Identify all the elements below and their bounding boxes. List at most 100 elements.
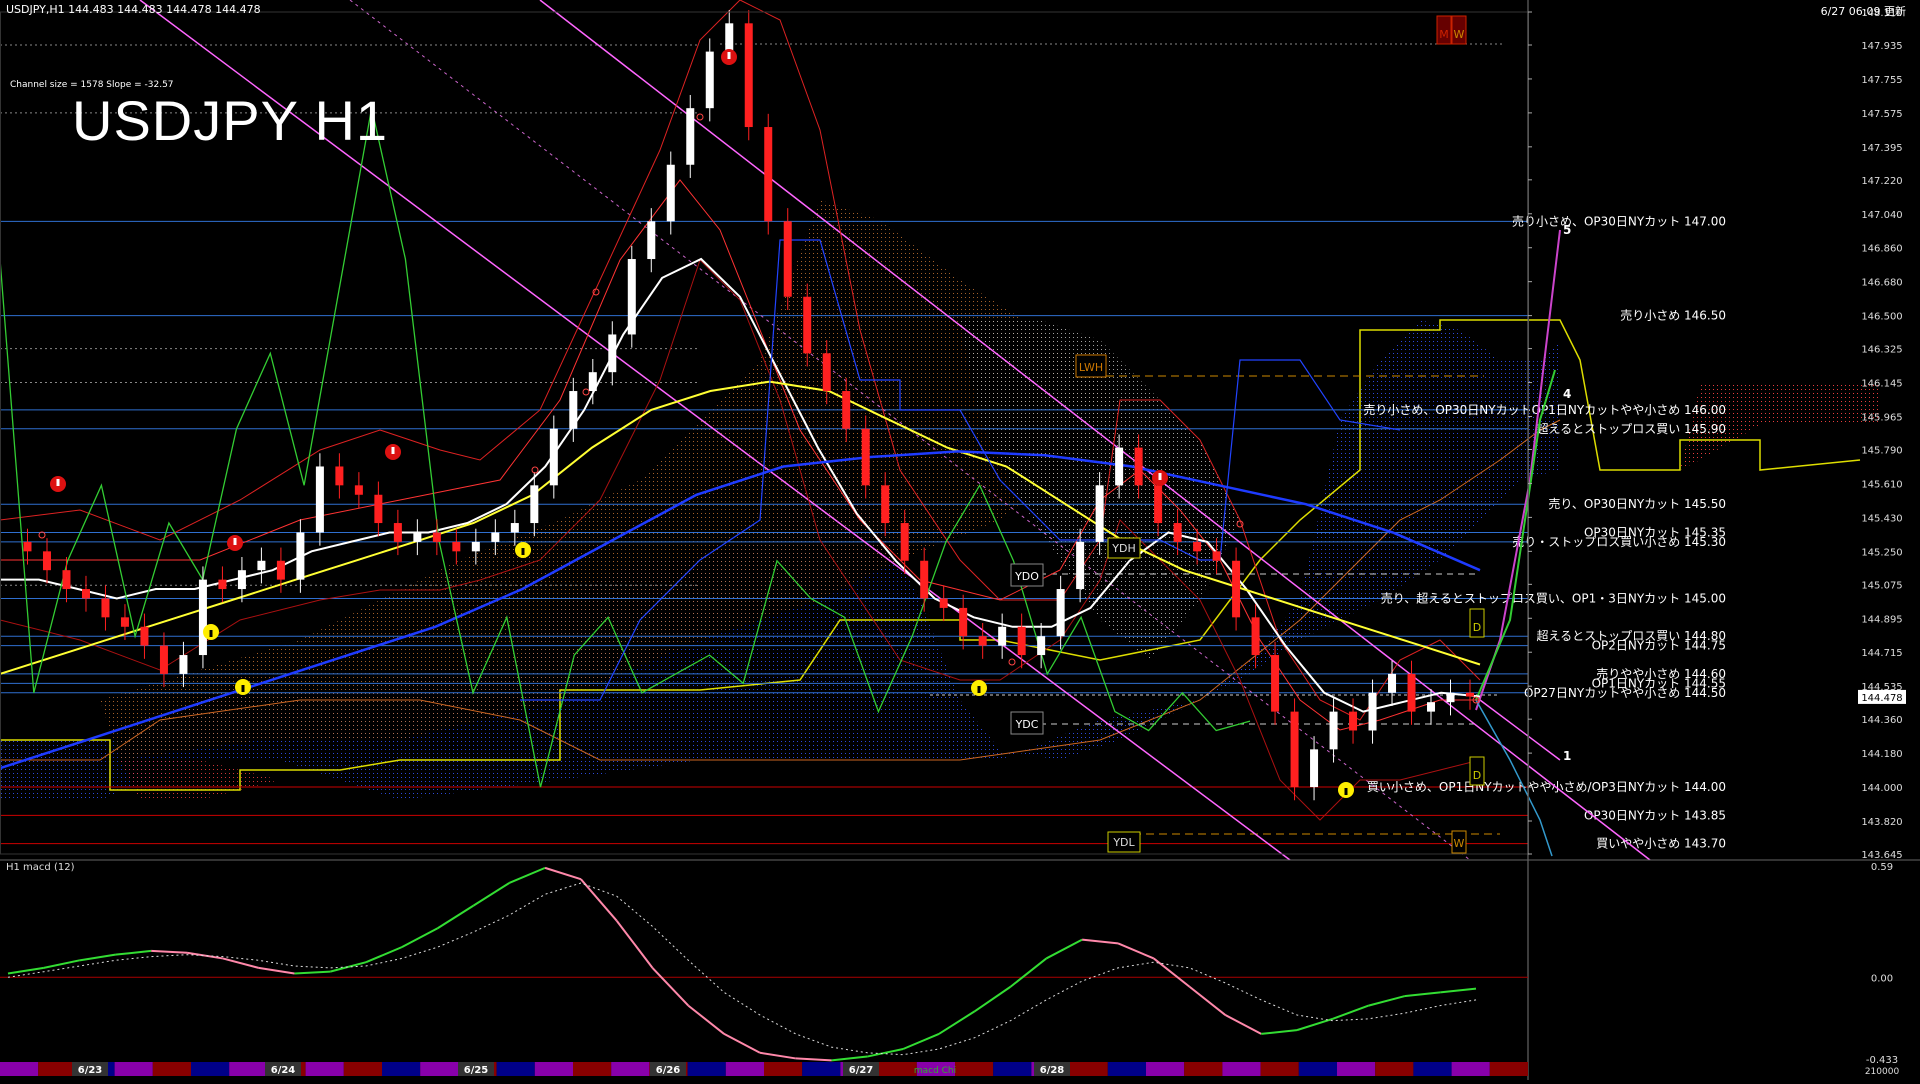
- candle-bear: [101, 598, 110, 618]
- date-bar-segment: [343, 1062, 382, 1076]
- candle-bull: [296, 532, 305, 580]
- date-bar-segment: [229, 1062, 268, 1076]
- price-level-label: 売り、超えるとストップロス買い、OP1・3日NYカット 145.00: [1381, 590, 1726, 605]
- date-bar-segment: [1451, 1062, 1490, 1076]
- date-bar-segment: [955, 1062, 994, 1076]
- candle-bear: [393, 523, 402, 542]
- marker-label: W: [1454, 837, 1465, 850]
- price-axis-label: 145.250: [1861, 547, 1902, 558]
- marker-label: D: [1473, 769, 1481, 782]
- price-axis-label: 146.860: [1861, 244, 1902, 255]
- macd-bottom-label: 210000: [1865, 1067, 1900, 1077]
- candle-bear: [1349, 711, 1358, 731]
- candle-bull: [608, 334, 617, 373]
- marker-label: YDL: [1112, 836, 1135, 849]
- date-label: 6/25: [464, 1065, 489, 1076]
- current-price-label: 144.478: [1861, 693, 1902, 704]
- candle-bear: [140, 626, 149, 646]
- date-bar-segment: [1069, 1062, 1108, 1076]
- update-timestamp: 6/27 06:09 更新: [1820, 5, 1906, 18]
- price-axis-label: 144.715: [1861, 648, 1902, 659]
- date-bar-segment: [725, 1062, 764, 1076]
- date-label: 6/24: [271, 1065, 296, 1076]
- macd-axis-label: 0.00: [1871, 973, 1893, 984]
- candle-bull: [471, 541, 480, 552]
- price-axis-label: 144.360: [1861, 715, 1902, 726]
- date-bar-segment: [38, 1062, 77, 1076]
- candle-bull: [1115, 447, 1124, 486]
- marker-label: W: [1454, 28, 1465, 41]
- candle-bear: [432, 532, 441, 542]
- date-bar-segment: [1107, 1062, 1146, 1076]
- wave-count-label: 5: [1563, 223, 1571, 237]
- chart-watermark-title: USDJPY H1: [72, 89, 389, 152]
- price-axis-label: 146.680: [1861, 278, 1902, 289]
- date-label: 6/28: [1040, 1065, 1065, 1076]
- marker-label: YDC: [1015, 718, 1039, 731]
- candle-bear: [62, 570, 71, 590]
- candle-bear: [1193, 541, 1202, 552]
- candle-bear: [861, 428, 870, 486]
- candle-bull: [998, 626, 1007, 646]
- date-bar-segment: [1222, 1062, 1261, 1076]
- macd-axis-label: 0.59: [1871, 862, 1893, 873]
- date-bar-segment: [0, 1062, 39, 1076]
- candle-bull: [1329, 711, 1338, 750]
- candle-bull: [1310, 749, 1319, 788]
- price-axis-label: 145.965: [1861, 412, 1902, 423]
- date-bar-segment: [191, 1062, 230, 1076]
- price-axis-label: 147.040: [1861, 210, 1902, 221]
- candle-bull: [1056, 589, 1065, 637]
- date-bar-segment: [1489, 1062, 1528, 1076]
- price-axis-label: 143.645: [1861, 850, 1902, 861]
- date-bar-segment: [496, 1062, 535, 1076]
- candle-bear: [881, 485, 890, 524]
- price-level-label: 売り小さめ 146.50: [1620, 308, 1726, 323]
- price-axis-label: 143.820: [1861, 817, 1902, 828]
- price-axis-label: 145.075: [1861, 580, 1902, 591]
- price-axis-label: 147.935: [1861, 41, 1902, 52]
- price-axis-label: 144.180: [1861, 749, 1902, 760]
- date-label: 6/27: [849, 1065, 874, 1076]
- price-axis-label: 147.755: [1861, 75, 1902, 86]
- fractal-down-marker-glyph: [209, 630, 213, 637]
- candle-bear: [1017, 626, 1026, 656]
- candle-bull: [530, 485, 539, 524]
- price-axis-label: 145.610: [1861, 479, 1902, 490]
- date-bar-segment: [1375, 1062, 1414, 1076]
- fractal-up-marker-glyph: [727, 52, 731, 59]
- candle-bear: [1212, 551, 1221, 561]
- candle-bull: [1095, 485, 1104, 542]
- price-level-label: OP27日NYカットやや小さめ 144.50: [1524, 686, 1726, 700]
- candle-bull: [257, 560, 266, 571]
- fractal-down-marker-glyph: [977, 686, 981, 693]
- date-bar-segment: [152, 1062, 191, 1076]
- fractal-down-marker-glyph: [1344, 788, 1348, 795]
- price-axis-label: 147.575: [1861, 109, 1902, 120]
- candle-bear: [900, 523, 909, 561]
- candle-bull: [666, 164, 675, 222]
- candle-bear: [764, 127, 773, 222]
- date-bar-segment: [1146, 1062, 1185, 1076]
- price-level-label: 買いやや小さめ 143.70: [1596, 837, 1726, 851]
- chart-canvas[interactable]: 売り小さめ、OP30日NYカット 147.00売り小さめ 146.50売り小さめ…: [0, 0, 1920, 1080]
- wave-count-label: 4: [1563, 387, 1571, 401]
- marker-label: YDH: [1111, 542, 1135, 555]
- candle-bear: [374, 494, 383, 524]
- marker-label: LWH: [1079, 361, 1103, 374]
- fractal-up-marker-glyph: [1158, 473, 1162, 480]
- candle-bear: [218, 579, 227, 590]
- candle-bull: [1446, 692, 1455, 703]
- trading-chart[interactable]: 売り小さめ、OP30日NYカット 147.00 売り小さめ 146.50 売り小さめ…: [0, 0, 1920, 1080]
- candle-bull: [705, 51, 714, 109]
- candle-bear: [1154, 485, 1163, 524]
- date-bar-segment: [764, 1062, 803, 1076]
- date-bar-segment: [1298, 1062, 1337, 1076]
- candle-bear: [1407, 673, 1416, 712]
- candle-bear: [1271, 655, 1280, 712]
- date-bar-segment: [802, 1062, 841, 1076]
- price-level-label: 売り・ストップロス買い小さめ 145.30: [1512, 534, 1726, 549]
- price-axis-label: 144.895: [1861, 614, 1902, 625]
- date-bar-segment: [573, 1062, 612, 1076]
- date-bar-segment: [534, 1062, 573, 1076]
